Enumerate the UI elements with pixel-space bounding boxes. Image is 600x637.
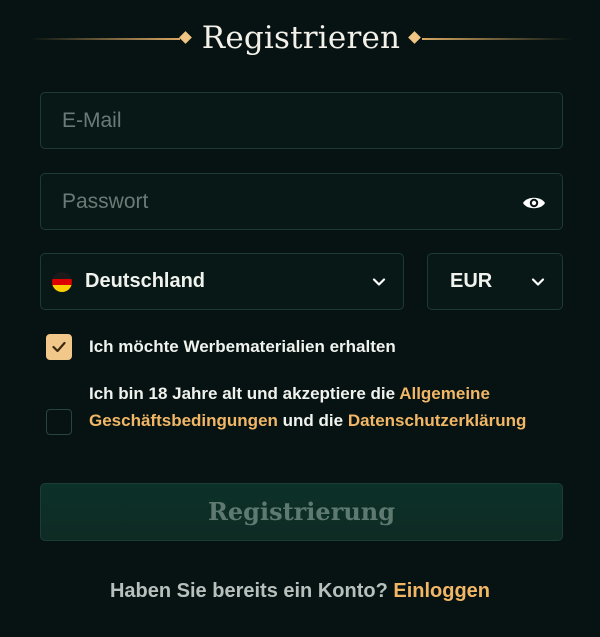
email-field[interactable] <box>41 93 562 148</box>
email-field-container <box>40 92 563 149</box>
promo-checkbox[interactable] <box>46 334 72 360</box>
eye-icon[interactable] <box>522 192 546 214</box>
terms-text-middle: und die <box>277 411 348 430</box>
login-question: Haben Sie bereits ein Konto? <box>109 580 394 602</box>
page-title: Registrieren <box>201 20 401 56</box>
login-link[interactable]: Einloggen <box>393 580 490 602</box>
chevron-down-icon <box>372 275 386 289</box>
diamond-ornament-right-icon <box>408 31 421 44</box>
promo-checkbox-label: Ich möchte Werbematerialien erhalten <box>89 337 396 356</box>
header: Registrieren <box>0 8 600 68</box>
terms-checkbox[interactable] <box>46 409 72 435</box>
decorative-line-left <box>30 38 180 40</box>
register-button[interactable]: Registrierung <box>40 483 563 541</box>
terms-checkbox-label: Ich bin 18 Jahre alt und akzeptiere die … <box>89 380 549 434</box>
germany-flag-icon <box>52 272 72 292</box>
diamond-ornament-left-icon <box>179 31 192 44</box>
login-prompt: Haben Sie bereits ein Konto? Einloggen <box>0 576 600 606</box>
password-field-container <box>40 173 563 230</box>
country-select-value: Deutschland <box>85 270 206 292</box>
terms-text-prefix: Ich bin 18 Jahre alt und akzeptiere die <box>89 384 400 403</box>
chevron-down-icon <box>531 275 545 289</box>
country-select[interactable]: Deutschland <box>40 253 404 310</box>
currency-select-value: EUR <box>450 270 493 292</box>
privacy-policy-link[interactable]: Datenschutzerklärung <box>348 411 527 430</box>
currency-select[interactable]: EUR <box>427 253 563 310</box>
register-panel: Registrieren Deutschland EUR <box>0 0 600 637</box>
decorative-line-right <box>422 38 572 40</box>
check-icon <box>52 341 66 353</box>
password-field[interactable] <box>41 174 562 229</box>
